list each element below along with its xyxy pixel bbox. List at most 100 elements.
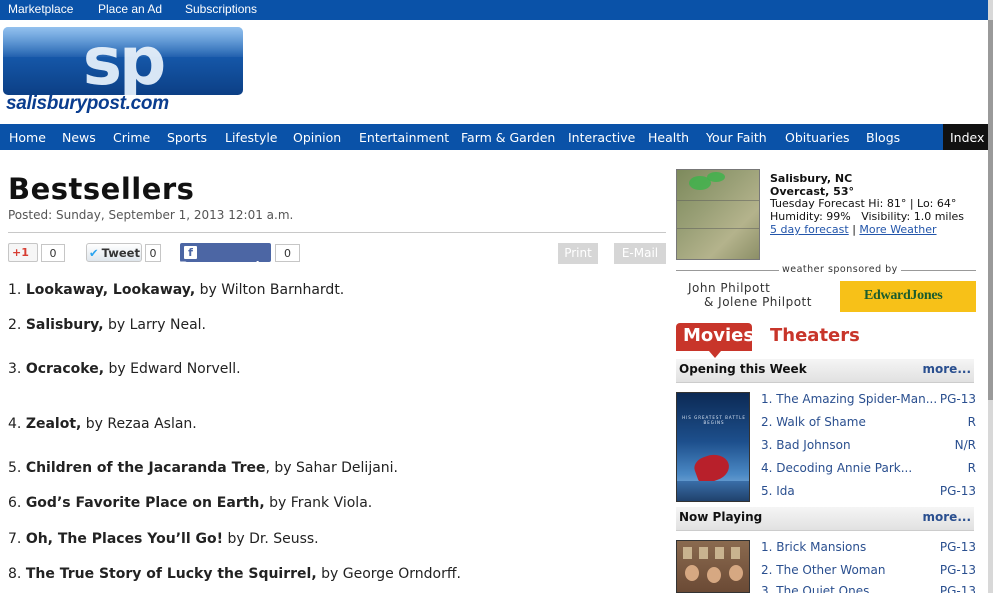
poster-face bbox=[685, 565, 699, 581]
sponsor-label: weather sponsored by bbox=[779, 264, 901, 275]
sponsor-agent-name: John Philpott bbox=[688, 281, 771, 295]
recommend-label: Recommend bbox=[180, 259, 260, 273]
utility-bar: Marketplace Place an Ad Subscriptions bbox=[0, 0, 988, 20]
edward-jones-logo[interactable]: EdwardJones bbox=[840, 281, 976, 312]
nav-lifestyle[interactable]: Lifestyle bbox=[225, 130, 278, 145]
tweet-count: 0 bbox=[145, 244, 161, 262]
twitter-bird-icon: ✔ bbox=[89, 246, 99, 260]
poster-face bbox=[729, 565, 743, 581]
list-item: 1. Lookaway, Lookaway, by Wilton Barnhar… bbox=[8, 282, 345, 298]
nav-entertainment[interactable]: Entertainment bbox=[359, 130, 449, 145]
poster-city bbox=[677, 481, 749, 501]
poster-window bbox=[731, 547, 740, 559]
movie-link[interactable]: 2. The Other Woman bbox=[761, 563, 885, 577]
movie-rating: PG-13 bbox=[939, 484, 976, 498]
logo-site-name: salisburypost.com bbox=[6, 93, 169, 114]
poster-window bbox=[715, 547, 724, 559]
gplus-label: +1 bbox=[12, 246, 29, 259]
nav-farm-garden[interactable]: Farm & Garden bbox=[461, 130, 555, 145]
movie-link[interactable]: 1. Brick Mansions bbox=[761, 540, 866, 554]
edward-jones-logo-text: EdwardJones bbox=[864, 288, 943, 303]
movie-rating: PG-13 bbox=[939, 563, 976, 577]
poster-face bbox=[707, 567, 721, 583]
gplus-button[interactable]: +1 bbox=[8, 243, 38, 262]
poster-window bbox=[699, 547, 708, 559]
weather-humidity: Humidity: 99% Visibility: 1.0 miles bbox=[770, 210, 965, 223]
opening-more-link[interactable]: more... bbox=[923, 362, 971, 376]
weather-forecast: Tuesday Forecast Hi: 81° | Lo: 64° bbox=[770, 197, 957, 210]
movie-rating: PG-13 bbox=[939, 392, 976, 406]
nav-index-label: Index bbox=[950, 130, 985, 145]
list-item: 3. Ocracoke, by Edward Norvell. bbox=[8, 361, 241, 377]
main-nav: Home News Crime Sports Lifestyle Opinion… bbox=[0, 124, 988, 150]
list-item: 6. God’s Favorite Place on Earth, by Fra… bbox=[8, 495, 373, 511]
nav-your-faith[interactable]: Your Faith bbox=[706, 130, 767, 145]
nav-blogs[interactable]: Blogs bbox=[866, 130, 900, 145]
more-weather-link[interactable]: More Weather bbox=[859, 223, 936, 236]
nav-obituaries[interactable]: Obituaries bbox=[785, 130, 850, 145]
nav-opinion[interactable]: Opinion bbox=[293, 130, 341, 145]
tab-movies-label: Movies bbox=[683, 325, 755, 346]
subscriptions-link[interactable]: Subscriptions bbox=[185, 2, 257, 16]
poster-tagline: HIS GREATEST BATTLE BEGINS bbox=[682, 415, 746, 425]
section-title: Now Playing bbox=[679, 510, 763, 524]
movie-link[interactable]: 2. Walk of Shame bbox=[761, 415, 866, 429]
tab-notch bbox=[709, 351, 721, 358]
now-playing-more-link[interactable]: more... bbox=[923, 510, 971, 524]
section-title: Opening this Week bbox=[679, 362, 807, 376]
title-divider bbox=[8, 232, 666, 233]
nav-index[interactable]: Index bbox=[943, 124, 988, 150]
nav-interactive[interactable]: Interactive bbox=[568, 130, 635, 145]
movie-rating: N/R bbox=[954, 438, 976, 452]
tweet-button[interactable]: ✔ Tweet bbox=[86, 243, 142, 262]
tab-theaters[interactable]: Theaters bbox=[770, 325, 860, 346]
logo-gloss bbox=[3, 27, 243, 57]
poster-window bbox=[683, 547, 692, 559]
nav-news[interactable]: News bbox=[62, 130, 96, 145]
nav-home[interactable]: Home bbox=[9, 130, 46, 145]
nav-sports[interactable]: Sports bbox=[167, 130, 207, 145]
movie-rating: PG-13 bbox=[939, 584, 976, 593]
list-item: 2. Salisbury, by Larry Neal. bbox=[8, 317, 206, 333]
five-day-forecast-link[interactable]: 5 day forecast bbox=[770, 223, 849, 236]
page-scrollbar[interactable] bbox=[988, 0, 993, 593]
movie-poster[interactable]: HIS GREATEST BATTLE BEGINS bbox=[676, 392, 750, 502]
movie-link[interactable]: 1. The Amazing Spider-Man... bbox=[761, 392, 937, 406]
now-playing-header: Now Playing more... bbox=[676, 507, 974, 531]
nav-crime[interactable]: Crime bbox=[113, 130, 150, 145]
scrollbar-thumb[interactable] bbox=[988, 20, 993, 400]
weather-links: 5 day forecast | More Weather bbox=[770, 223, 937, 236]
place-ad-link[interactable]: Place an Ad bbox=[98, 2, 162, 16]
list-item: 7. Oh, The Places You’ll Go! by Dr. Seus… bbox=[8, 531, 319, 547]
email-button[interactable]: E-Mail bbox=[614, 243, 666, 264]
map-border bbox=[677, 228, 759, 229]
post-date: Posted: Sunday, September 1, 2013 12:01 … bbox=[8, 208, 294, 222]
weather-city: Salisbury, NC bbox=[770, 172, 853, 185]
movie-rating: R bbox=[967, 461, 976, 475]
movie-link[interactable]: 4. Decoding Annie Park... bbox=[761, 461, 912, 475]
radar-storm bbox=[707, 172, 725, 182]
list-item: 4. Zealot, by Rezaa Aslan. bbox=[8, 416, 197, 432]
recommend-count: 0 bbox=[275, 244, 300, 262]
facebook-recommend-button[interactable]: fRecommend bbox=[180, 243, 271, 273]
sponsor-agent-name-2: & Jolene Philpott bbox=[704, 295, 812, 309]
marketplace-link[interactable]: Marketplace bbox=[8, 2, 73, 16]
gplus-count: 0 bbox=[41, 244, 65, 262]
print-button[interactable]: Print bbox=[558, 243, 598, 264]
movie-rating: PG-13 bbox=[939, 540, 976, 554]
movie-rating: R bbox=[967, 415, 976, 429]
page-title: Bestsellers bbox=[8, 172, 195, 206]
movie-link[interactable]: 5. Ida bbox=[761, 484, 795, 498]
opening-this-week-header: Opening this Week more... bbox=[676, 359, 974, 383]
list-item: 5. Children of the Jacaranda Tree, by Sa… bbox=[8, 460, 399, 476]
nav-health[interactable]: Health bbox=[648, 130, 689, 145]
movie-link[interactable]: 3. The Quiet Ones bbox=[761, 584, 869, 593]
list-item: 8. The True Story of Lucky the Squirrel,… bbox=[8, 566, 461, 582]
weather-radar-map[interactable] bbox=[676, 169, 760, 260]
movie-link[interactable]: 3. Bad Johnson bbox=[761, 438, 851, 452]
logo-badge: sp bbox=[3, 27, 243, 95]
movie-poster[interactable] bbox=[676, 540, 750, 593]
site-logo[interactable]: sp salisburypost.com bbox=[3, 27, 243, 114]
tab-movies[interactable]: Movies bbox=[676, 323, 755, 358]
facebook-icon: f bbox=[184, 246, 197, 259]
